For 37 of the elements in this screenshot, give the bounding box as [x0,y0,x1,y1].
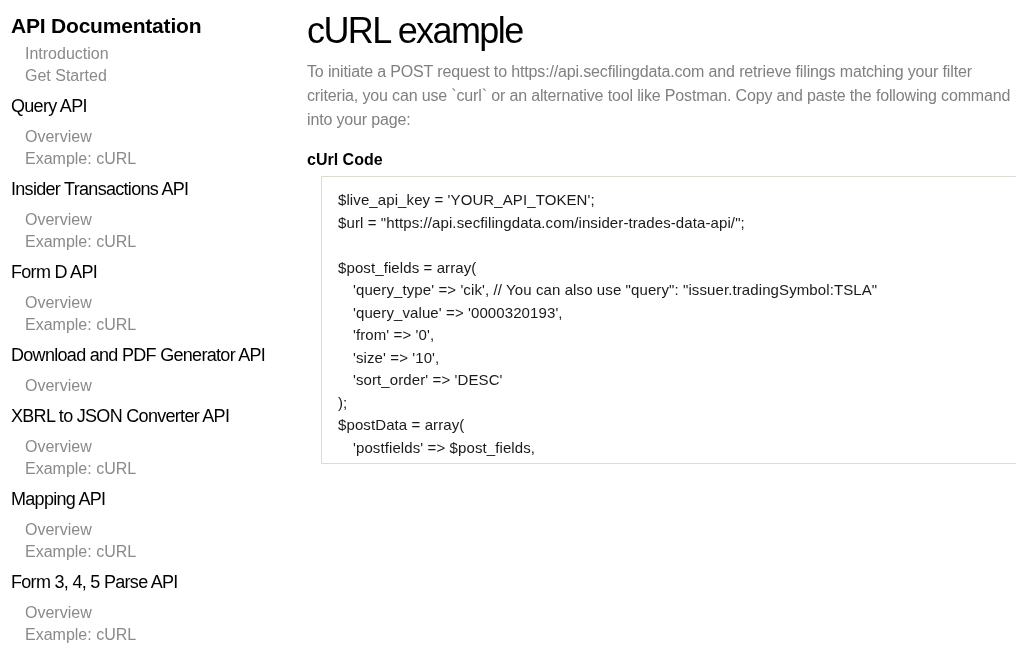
sidebar-section-heading[interactable]: Form D API [11,260,97,284]
sidebar-section-heading[interactable]: Form 3, 4, 5 Parse API [11,570,178,594]
code-line: $live_api_key = 'YOUR_API_TOKEN'; [338,190,595,210]
sidebar-link[interactable]: Introduction [25,43,109,65]
code-line: $url = "https://api.secfilingdata.com/insider-trades-data-api/"; [338,212,745,233]
sidebar-section-heading[interactable]: Query API [11,94,87,118]
sidebar-link[interactable]: Example: cURL [25,231,137,253]
sidebar-link[interactable]: Overview [25,519,92,541]
docs-title: API Documentation [11,13,202,39]
sidebar-link[interactable]: Example: cURL [25,624,137,646]
sidebar-section-heading[interactable]: Download and PDF Generator API [11,343,266,367]
sidebar-link[interactable]: Example: cURL [25,458,137,480]
sidebar-link[interactable]: Overview [25,292,92,314]
sidebar-link[interactable]: Get Started [25,65,107,87]
code-line: 'query_value' => '0000320193', [353,302,563,323]
sidebar-link[interactable]: Overview [25,436,92,458]
code-line: 'sort_order' => 'DESC' [353,370,503,390]
code-line: 'query_type' => 'cik', // You can also use "query": "issuer.tradingSymbol:TSLA" [353,280,878,300]
intro-paragraph: To initiate a POST request to https://api.secfilingdata.com and retrieve filings matching your filter criteria, you can use `curl` or an alternative tool like Postman. Copy and paste the following command into your page: [307,62,1012,130]
sidebar-link[interactable]: Overview [25,375,92,397]
sidebar-link[interactable]: Example: cURL [25,541,137,563]
sidebar-link[interactable]: Overview [25,209,92,231]
code-line: $postData = array( [338,415,465,435]
code-heading: cUrl Code [307,150,383,170]
code-line: 'from' => '0', [353,325,435,345]
sidebar-link[interactable]: Overview [25,126,92,148]
sidebar-section-heading[interactable]: Insider Transactions API [11,177,189,201]
sidebar-section-heading[interactable]: XBRL to JSON Converter API [11,404,230,428]
page-title: cURL example [307,11,523,51]
code-line: $post_fields = array( [338,257,477,278]
code-line: 'postfields' => $post_fields, [353,437,536,458]
sidebar-link[interactable]: Overview [25,602,92,624]
sidebar-section-heading[interactable]: Mapping API [11,487,106,511]
code-line: 'size' => '10', [353,347,440,368]
sidebar-link[interactable]: Example: cURL [25,148,137,170]
sidebar-link[interactable]: Example: cURL [25,314,137,336]
code-line: ); [338,392,348,413]
